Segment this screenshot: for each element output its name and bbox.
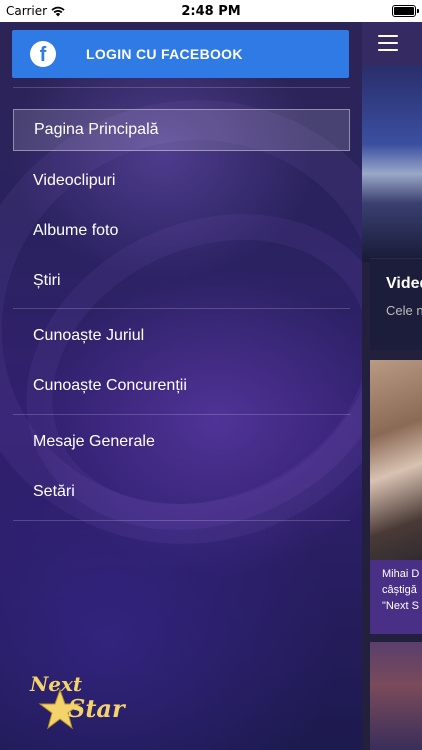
menu-item-label: Albume foto	[33, 222, 119, 239]
divider	[13, 414, 350, 415]
news-photo[interactable]	[370, 360, 422, 560]
card-title: Vided	[386, 275, 422, 292]
menu-item-label: Cunoaște Juriul	[33, 327, 145, 344]
facebook-login-button[interactable]: f LOGIN CU FACEBOOK	[12, 30, 349, 78]
caption-line: Mihai D	[382, 568, 420, 580]
menu-item-label: Pagina Principală	[34, 121, 159, 138]
divider	[13, 308, 350, 309]
main-content-peek: Vided Cele n Mihai D câștigă "Next S	[362, 22, 422, 750]
video-section-card[interactable]: Vided Cele n	[370, 258, 422, 350]
menu-item-label: Știri	[33, 272, 61, 289]
next-star-logo: Next Star	[28, 670, 138, 734]
logo-text-next: Next	[30, 672, 83, 696]
menu-item-videoclipuri[interactable]: Videoclipuri	[13, 160, 350, 202]
divider	[13, 520, 350, 521]
caption-line: câștigă	[382, 584, 417, 596]
clock: 2:48 PM	[181, 4, 241, 19]
hero-image[interactable]	[362, 66, 422, 262]
menu-item-albume-foto[interactable]: Albume foto	[13, 210, 350, 252]
hamburger-menu-icon[interactable]	[378, 35, 398, 51]
facebook-login-label: LOGIN CU FACEBOOK	[86, 46, 243, 62]
menu-item-label: Videoclipuri	[33, 172, 116, 189]
menu-item-pagina-principala[interactable]: Pagina Principală	[13, 109, 350, 151]
menu-item-label: Cunoaște Concurenții	[33, 377, 187, 394]
facebook-icon: f	[30, 41, 56, 67]
card-subtitle: Cele n	[386, 303, 422, 318]
divider	[13, 87, 350, 88]
news-caption[interactable]: Mihai D câștigă "Next S	[370, 560, 422, 634]
menu-item-setari[interactable]: Setări	[13, 471, 350, 513]
navigation-drawer: f LOGIN CU FACEBOOK Pagina Principală Vi…	[0, 22, 362, 750]
menu-item-stiri[interactable]: Știri	[13, 260, 350, 302]
menu-item-mesaje-generale[interactable]: Mesaje Generale	[13, 421, 350, 463]
menu-item-cunoaste-concurentii[interactable]: Cunoaște Concurenții	[13, 365, 350, 407]
logo-text-star: Star	[68, 694, 125, 723]
menu-item-label: Setări	[33, 483, 75, 500]
battery-icon	[392, 5, 419, 17]
status-bar: Carrier 2:48 PM	[0, 0, 422, 22]
caption-line: "Next S	[382, 600, 419, 612]
menu-item-cunoaste-juriul[interactable]: Cunoaște Juriul	[13, 315, 350, 357]
news-photo[interactable]	[370, 642, 422, 750]
menu-item-label: Mesaje Generale	[33, 433, 155, 450]
app-header	[362, 22, 422, 66]
